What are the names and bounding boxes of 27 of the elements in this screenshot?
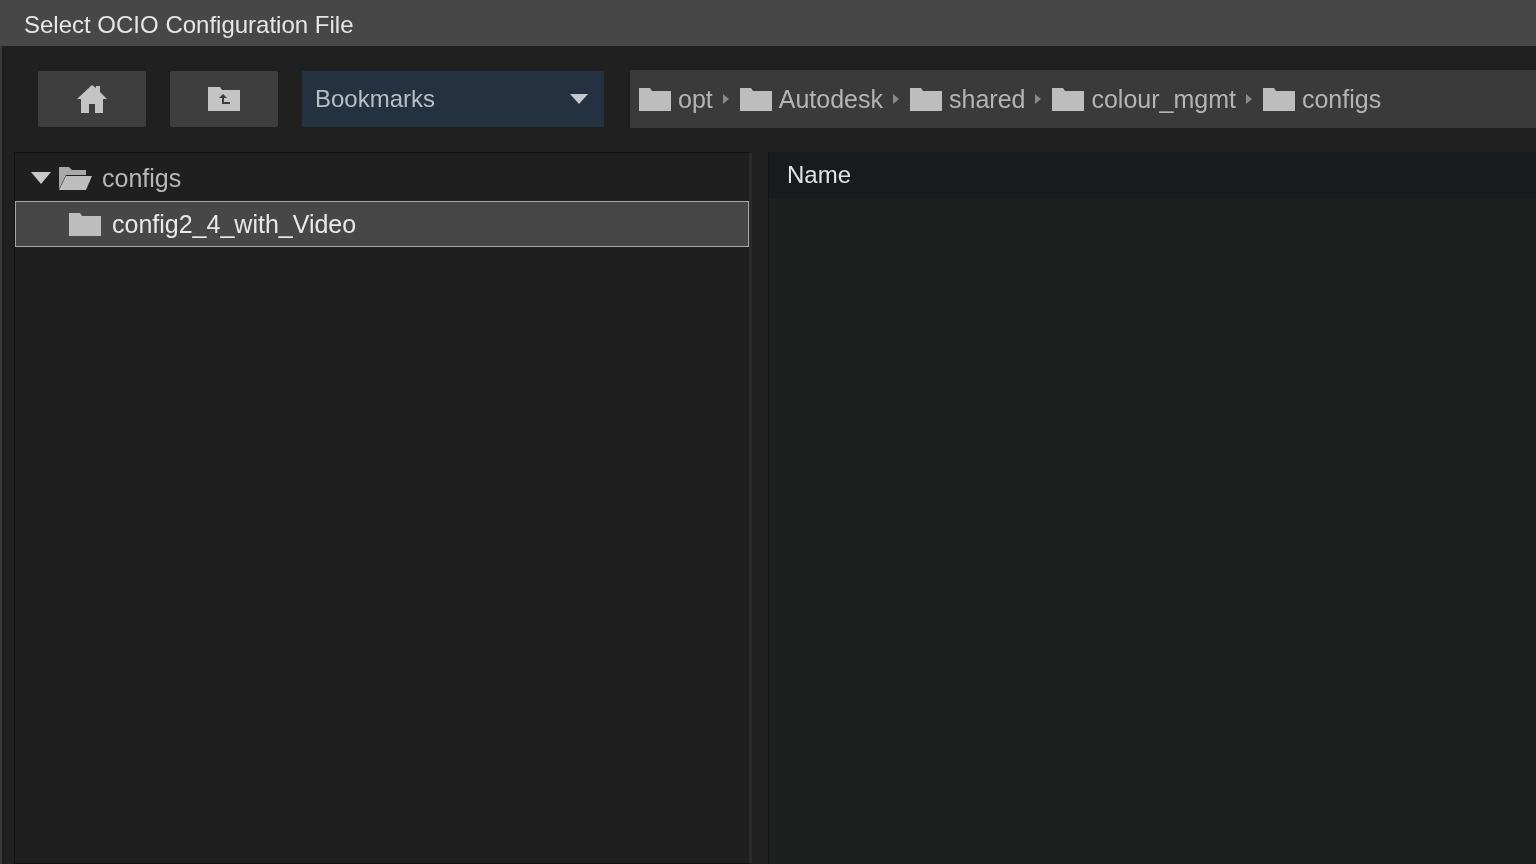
folder-icon (738, 86, 773, 112)
tree-item[interactable]: config2_4_with_Video (15, 201, 749, 247)
folder-icon (1051, 86, 1086, 112)
chevron-right-icon (1245, 94, 1252, 104)
folder-icon (68, 211, 102, 237)
chevron-right-icon (893, 94, 899, 104)
window-title: Select OCIO Configuration File (24, 10, 354, 39)
folder-icon (638, 86, 672, 112)
home-button[interactable] (38, 71, 146, 127)
breadcrumb-item[interactable]: shared (909, 84, 1026, 114)
breadcrumb-item[interactable]: configs (1261, 84, 1382, 114)
folder-up-arrow-icon (207, 86, 241, 112)
caret-down-icon[interactable] (30, 171, 52, 185)
caret-down-icon (570, 94, 588, 104)
folder-icon (1261, 86, 1296, 112)
open-folder-icon (58, 165, 92, 191)
home-icon (76, 84, 108, 114)
parent-folder-button[interactable] (170, 71, 278, 127)
chevron-right-icon (722, 94, 729, 104)
folder-icon (909, 86, 943, 112)
column-heading[interactable]: Name (787, 161, 852, 189)
chevron-right-icon (1035, 94, 1042, 104)
tree-item[interactable]: configs (15, 155, 749, 201)
breadcrumb-item[interactable]: colour_mgmt (1051, 84, 1236, 114)
breadcrumb-item[interactable]: Autodesk (738, 84, 883, 114)
breadcrumb-item[interactable]: opt (638, 84, 713, 114)
bookmarks-dropdown[interactable]: Bookmarks (302, 71, 604, 127)
